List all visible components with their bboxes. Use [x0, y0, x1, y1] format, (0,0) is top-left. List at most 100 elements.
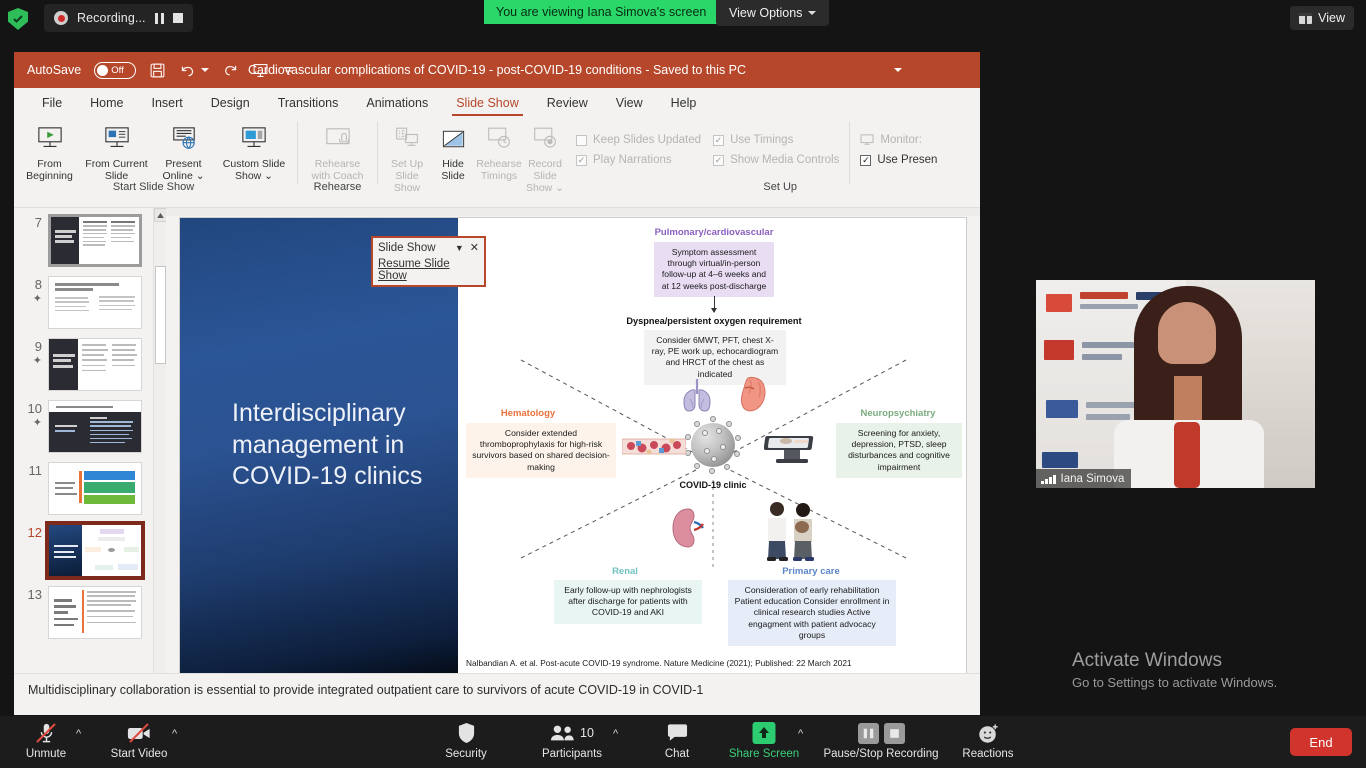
thumbnail-item-11[interactable]: 11 [14, 462, 166, 524]
powerpoint-title-bar: AutoSave Off Cardiovascular complication… [14, 52, 980, 88]
from-current-slide-button[interactable]: From Current Slide [83, 121, 150, 182]
redo-icon[interactable] [222, 62, 239, 79]
thumbnail-number: 8 ✦ [18, 276, 42, 306]
tab-animations[interactable]: Animations [352, 92, 442, 116]
video-options-chevron-icon[interactable]: ^ [172, 728, 177, 740]
participants-count: 10 [580, 726, 594, 740]
activate-windows-watermark: Activate Windows Go to Settings to activ… [1072, 650, 1277, 690]
present-online-button[interactable]: Present Online ⌄ [150, 121, 217, 182]
blood-vessel-icon [622, 438, 686, 455]
hide-slide-button[interactable]: Hide Slide [430, 121, 476, 182]
resume-slide-show-menu-item[interactable]: Resume Slide Show [373, 255, 484, 283]
rehearse-with-coach-button[interactable]: Rehearse with Coach [304, 121, 371, 182]
tab-slide-show[interactable]: Slide Show [442, 92, 533, 116]
shield-icon [457, 720, 476, 746]
ribbon-divider-2 [377, 122, 378, 184]
powerpoint-window: AutoSave Off Cardiovascular complication… [14, 52, 980, 715]
thumbnail-item-8[interactable]: 8 ✦ [14, 276, 166, 338]
video-off-icon [127, 720, 151, 746]
tab-help[interactable]: Help [657, 92, 711, 116]
record-slide-show-label: Record Slide Show ⌄ [526, 158, 564, 195]
start-video-button[interactable]: Start Video [93, 720, 185, 760]
thumbnail-preview-current [45, 521, 145, 580]
play-narrations-checkbox[interactable]: Play Narrations [576, 154, 701, 166]
share-screen-label: Share Screen [728, 748, 800, 760]
pause-recording-button[interactable] [154, 12, 165, 24]
participant-video-tile[interactable]: Iana Simova [1036, 280, 1315, 488]
show-media-controls-checkbox[interactable]: Show Media Controls [713, 154, 839, 166]
coronavirus-icon [684, 416, 742, 474]
microphone-muted-icon [36, 720, 56, 746]
share-options-chevron-icon[interactable]: ^ [798, 728, 803, 740]
view-layout-button[interactable]: View [1290, 6, 1354, 30]
tab-transitions[interactable]: Transitions [264, 92, 353, 116]
tab-view[interactable]: View [602, 92, 657, 116]
tab-insert[interactable]: Insert [138, 92, 197, 116]
notes-pane[interactable]: Multidisciplinary collaboration is essen… [14, 673, 980, 715]
scrollbar-thumb[interactable] [155, 266, 166, 364]
thumbnail-item-9[interactable]: 9 ✦ [14, 338, 166, 400]
undo-icon[interactable] [179, 62, 210, 79]
thumbnail-number: 10 ✦ [18, 400, 42, 430]
slide-thumbnail-pane[interactable]: 7 8 ✦ 9 ✦ 10 ✦ 11 12 13 [14, 208, 167, 715]
pause-stop-recording-button[interactable]: Pause/Stop Recording [806, 720, 956, 760]
chat-button[interactable]: Chat [631, 720, 723, 760]
thumbnail-scrollbar[interactable] [153, 208, 167, 715]
slide-editing-pane[interactable]: Interdisciplinary management in COVID-19… [166, 208, 980, 715]
use-timings-label: Use Timings [730, 134, 794, 146]
primary-care-heading: Primary care [782, 566, 840, 577]
pulmonary-cardiovascular-heading: Pulmonary/cardiovascular [654, 227, 774, 238]
more-commands-icon[interactable] [282, 64, 295, 77]
recording-indicator: Recording... [44, 4, 194, 32]
custom-slide-show-button[interactable]: Custom Slide Show ⌄ [217, 121, 291, 182]
tab-design[interactable]: Design [197, 92, 264, 116]
slide-show-popup[interactable]: Slide Show ▼ ✕ Resume Slide Show [371, 236, 486, 287]
renal-heading: Renal [612, 566, 638, 577]
unmute-label: Unmute [25, 748, 67, 760]
participants-chevron-icon[interactable]: ^ [613, 728, 618, 740]
renal-box: Early follow-up with nephrologists after… [554, 580, 702, 624]
thumbnail-item-12[interactable]: 12 [14, 521, 166, 586]
end-meeting-button[interactable]: End [1290, 728, 1352, 756]
tab-home[interactable]: Home [76, 92, 137, 116]
animation-star-icon: ✦ [32, 416, 42, 429]
from-beginning-label: From Beginning [26, 158, 73, 183]
brain-scan-icon [764, 436, 814, 463]
rehearse-timings-button[interactable]: Rehearse Timings [476, 121, 522, 182]
current-slide[interactable]: Interdisciplinary management in COVID-19… [180, 218, 966, 673]
video-name-bar: Iana Simova [1036, 469, 1132, 488]
popup-close-icon[interactable]: ✕ [470, 241, 479, 254]
participants-icon: 10 [550, 720, 594, 746]
horizontal-scrollbar[interactable] [166, 208, 980, 216]
monitor-column: Monitor: Use Presen [856, 116, 941, 184]
from-beginning-button[interactable]: From Beginning [16, 121, 83, 182]
security-button[interactable]: Security [420, 720, 512, 760]
keep-slides-updated-checkbox[interactable]: Keep Slides Updated [576, 134, 701, 146]
pause-icon [154, 12, 165, 24]
slide-diagram-panel: Pulmonary/cardiovascular Symptom assessm… [458, 218, 966, 673]
view-options-button[interactable]: View Options [716, 0, 830, 26]
autosave-toggle[interactable]: Off [94, 61, 137, 79]
slide-show-popup-header: Slide Show ▼ ✕ [373, 240, 484, 255]
autosave-state: Off [111, 64, 124, 76]
share-screen-button[interactable]: Share Screen [718, 720, 810, 760]
set-up-slide-show-button[interactable]: Set Up Slide Show [384, 121, 430, 194]
stop-recording-button[interactable] [173, 13, 184, 23]
record-slide-show-button[interactable]: Record Slide Show ⌄ [522, 121, 568, 194]
ribbon-tabs: File Home Insert Design Transitions Anim… [14, 88, 980, 116]
use-presenter-view-checkbox[interactable]: Use Presen [860, 154, 937, 166]
thumbnail-item-13[interactable]: 13 [14, 586, 166, 648]
reactions-button[interactable]: Reactions [942, 720, 1034, 760]
audio-options-chevron-icon[interactable]: ^ [76, 728, 81, 740]
thumbnail-item-7[interactable]: 7 [14, 214, 166, 276]
start-slideshow-icon[interactable] [252, 62, 269, 79]
participants-button[interactable]: 10 Participants [526, 720, 618, 760]
popup-dropdown-icon[interactable]: ▼ [455, 243, 464, 253]
slide-source-caption: Nalbandian A. et al. Post-acute COVID-19… [466, 658, 852, 668]
save-icon[interactable] [149, 62, 166, 79]
use-timings-checkbox[interactable]: Use Timings [713, 134, 839, 146]
tab-file[interactable]: File [28, 92, 76, 116]
tab-review[interactable]: Review [533, 92, 602, 116]
thumbnail-item-10[interactable]: 10 ✦ [14, 400, 166, 462]
unmute-button[interactable]: Unmute [0, 720, 92, 760]
